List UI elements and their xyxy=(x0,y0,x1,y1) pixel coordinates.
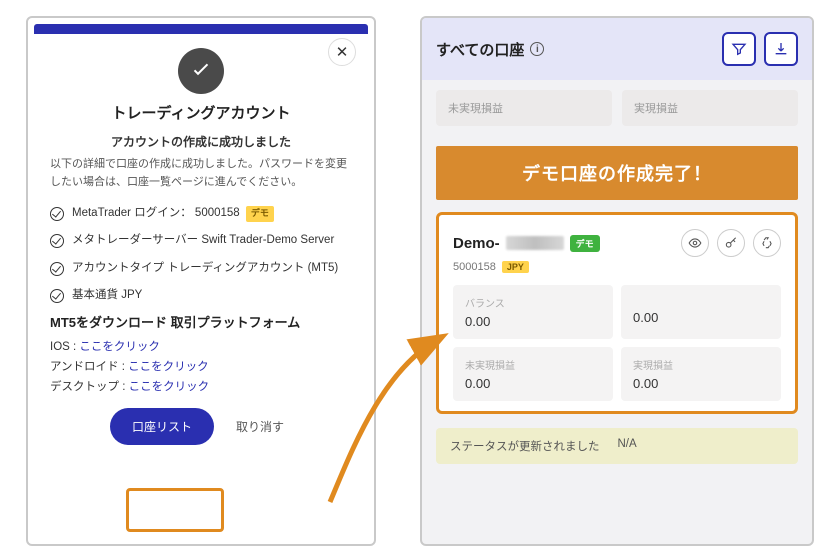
account-card-header: Demo- デモ xyxy=(453,229,781,257)
acct-type-text: アカウントタイプ トレーディングアカウント (MT5) xyxy=(72,260,338,277)
account-actions xyxy=(681,229,781,257)
modal-top-stripe xyxy=(34,24,368,34)
account-name-redacted xyxy=(506,236,564,250)
page-title: すべての口座 i xyxy=(436,39,544,60)
detail-row-currency: 基本通貨 JPY xyxy=(50,287,352,304)
info-icon[interactable]: i xyxy=(530,42,544,56)
modal-title: トレーディングアカウント xyxy=(50,102,352,123)
recycle-icon xyxy=(760,236,774,250)
download-android-row: アンドロイド : ここをクリック xyxy=(50,358,352,374)
close-button[interactable]: ✕ xyxy=(328,38,356,66)
status-row: ステータスが更新されました N/A xyxy=(436,428,798,464)
account-name-prefix: Demo- xyxy=(453,235,500,252)
account-list-button[interactable]: 口座リスト xyxy=(110,408,214,445)
demo-badge-green: デモ xyxy=(570,235,600,252)
close-icon: ✕ xyxy=(336,43,349,61)
view-button[interactable] xyxy=(681,229,709,257)
page-title-text: すべての口座 xyxy=(436,39,524,60)
filter-button[interactable] xyxy=(722,32,756,66)
download-desktop-row: デスクトップ : ここをクリック xyxy=(50,378,352,394)
checkmark-badge-icon xyxy=(178,48,224,94)
status-value: N/A xyxy=(618,438,637,454)
key-button[interactable] xyxy=(717,229,745,257)
currency-text: 基本通貨 JPY xyxy=(72,287,142,304)
login-value: 5000158 xyxy=(195,207,240,219)
detail-row-login: MetaTrader ログイン： 5000158 デモ xyxy=(50,205,352,222)
unrealized-pnl-label: 未実現損益 xyxy=(436,90,612,126)
modal-actions: 口座リスト 取り消す xyxy=(50,408,352,445)
balance-cell: バランス 0.00 xyxy=(453,285,613,339)
ios-label: IOS : xyxy=(50,341,76,353)
eye-icon xyxy=(688,236,702,250)
stat2-value: 0.00 xyxy=(633,310,769,325)
login-label: MetaTrader ログイン： xyxy=(72,207,192,219)
modal-description: 以下の詳細で口座の作成に成功しました。パスワードを変更したい場合は、口座一覧ペー… xyxy=(50,156,352,191)
ios-download-link[interactable]: ここをクリック xyxy=(79,341,160,353)
account-subline: 5000158 JPY xyxy=(453,261,781,273)
balance-label: バランス xyxy=(465,295,601,310)
header-actions xyxy=(722,32,798,66)
accounts-header: すべての口座 i xyxy=(422,18,812,80)
cancel-button[interactable]: 取り消す xyxy=(228,408,292,445)
completion-banner: デモ口座の作成完了！ xyxy=(436,146,798,200)
funnel-icon xyxy=(731,41,747,57)
status-label: ステータスが更新されました xyxy=(450,438,600,454)
download-ios-row: IOS : ここをクリック xyxy=(50,338,352,354)
server-text: メタトレーダーサーバー Swift Trader-Demo Server xyxy=(72,232,334,249)
accounts-page: すべての口座 i 未実現損益 実現損益 デモ口座の作成完了！ Demo- デモ xyxy=(420,16,814,546)
unrealized-cell: 未実現損益 0.00 xyxy=(453,347,613,401)
check-icon xyxy=(50,207,64,221)
account-details-list: MetaTrader ログイン： 5000158 デモ メタトレーダーサーバー … xyxy=(50,205,352,304)
desktop-label: デスクトップ : xyxy=(50,381,125,393)
realized-label: 実現損益 xyxy=(633,357,769,372)
stat-cell-2: 0.00 xyxy=(621,285,781,339)
stat2-label xyxy=(633,295,769,306)
demo-badge: デモ xyxy=(246,206,274,222)
account-id: 5000158 xyxy=(453,261,496,273)
account-name: Demo- デモ xyxy=(453,235,600,252)
check-icon xyxy=(50,289,64,303)
check-icon xyxy=(50,234,64,248)
detail-row-type: アカウントタイプ トレーディングアカウント (MT5) xyxy=(50,260,352,277)
detail-row-server: メタトレーダーサーバー Swift Trader-Demo Server xyxy=(50,232,352,249)
modal-subtitle: アカウントの作成に成功しました xyxy=(50,133,352,150)
key-icon xyxy=(724,236,738,250)
download-heading: MT5をダウンロード 取引プラットフォーム xyxy=(50,314,352,332)
android-download-link[interactable]: ここをクリック xyxy=(128,361,209,373)
android-label: アンドロイド : xyxy=(50,361,125,373)
realized-pnl-label: 実現損益 xyxy=(622,90,798,126)
realized-cell: 実現損益 0.00 xyxy=(621,347,781,401)
account-card[interactable]: Demo- デモ 5000158 JPY バランス xyxy=(436,212,798,414)
balance-value: 0.00 xyxy=(465,314,601,329)
check-icon xyxy=(50,262,64,276)
unrealized-label: 未実現損益 xyxy=(465,357,601,372)
modal-body: ✕ トレーディングアカウント アカウントの作成に成功しました 以下の詳細で口座の… xyxy=(28,18,374,544)
realized-value: 0.00 xyxy=(633,376,769,391)
refresh-button[interactable] xyxy=(753,229,781,257)
download-icon xyxy=(773,41,789,57)
success-modal: ✕ トレーディングアカウント アカウントの作成に成功しました 以下の詳細で口座の… xyxy=(26,16,376,546)
export-button[interactable] xyxy=(764,32,798,66)
account-stats-grid: バランス 0.00 0.00 未実現損益 0.00 実現損益 0.00 xyxy=(453,285,781,401)
desktop-download-link[interactable]: ここをクリック xyxy=(129,381,210,393)
currency-badge: JPY xyxy=(502,261,529,273)
pnl-summary-row: 未実現損益 実現損益 xyxy=(422,80,812,136)
unrealized-value: 0.00 xyxy=(465,376,601,391)
